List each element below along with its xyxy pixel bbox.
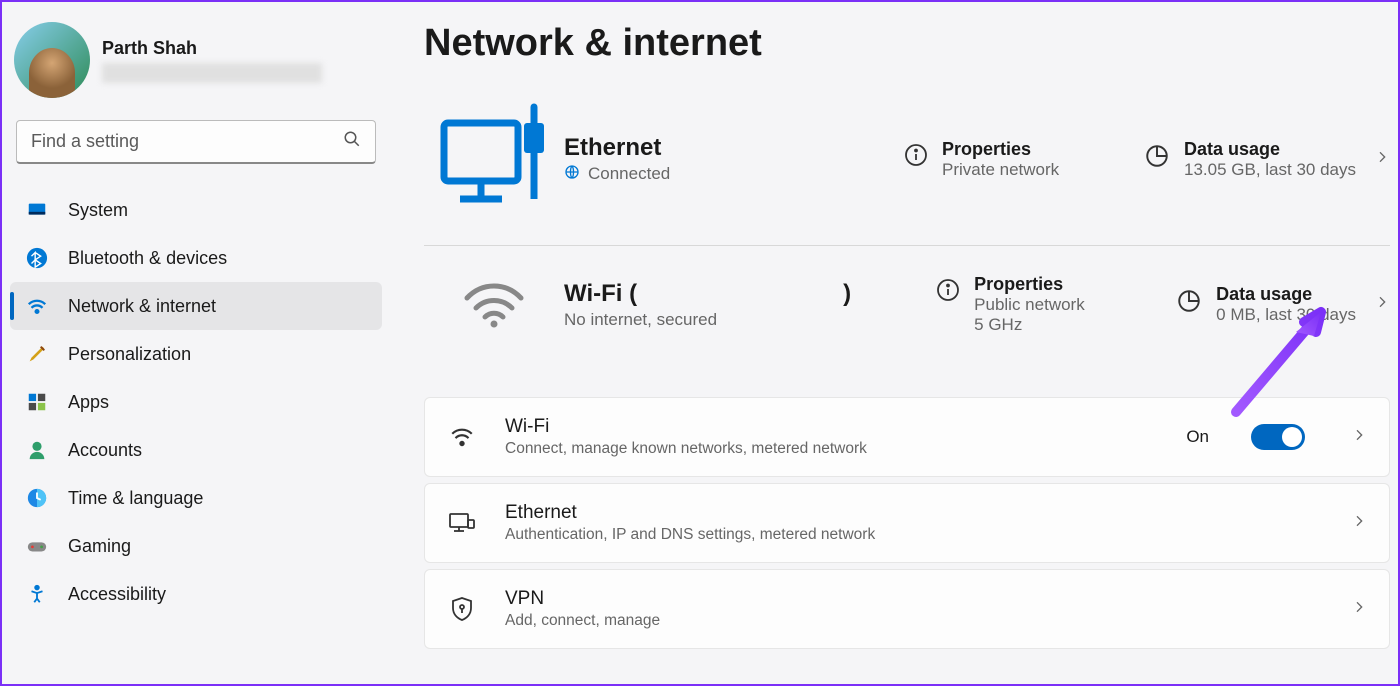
sidebar-item-bluetooth[interactable]: Bluetooth & devices (10, 234, 382, 282)
chevron-right-icon[interactable] (1351, 513, 1367, 534)
user-account[interactable]: Parth Shah (10, 14, 382, 116)
vpn-settings-card[interactable]: VPN Add, connect, manage (424, 569, 1390, 649)
avatar (14, 22, 90, 98)
card-title: Wi-Fi (505, 416, 1158, 438)
wifi-settings-card[interactable]: Wi-Fi Connect, manage known networks, me… (424, 397, 1390, 477)
sidebar-item-apps[interactable]: Apps (10, 378, 382, 426)
card-title: Ethernet (505, 502, 1305, 524)
ethernet-connection-row: Ethernet Connected Properties Private ne… (424, 83, 1390, 246)
ethernet-settings-card[interactable]: Ethernet Authentication, IP and DNS sett… (424, 483, 1390, 563)
sidebar-item-label: Accessibility (68, 584, 166, 605)
wifi-title: Wi-Fi ( ) (564, 280, 936, 308)
wifi-status: No internet, secured (564, 310, 936, 330)
sidebar-item-network[interactable]: Network & internet (10, 282, 382, 330)
card-sub: Add, connect, manage (505, 612, 1305, 630)
sidebar-item-personalization[interactable]: Personalization (10, 330, 382, 378)
sidebar-item-system[interactable]: System (10, 186, 382, 234)
ethernet-title: Ethernet (564, 134, 904, 162)
properties-sub2: 5 GHz (974, 315, 1085, 335)
time-icon (26, 487, 48, 509)
chevron-right-icon[interactable] (1374, 149, 1390, 170)
user-email-redacted (102, 63, 322, 83)
vpn-icon (447, 596, 477, 622)
ethernet-data-usage[interactable]: Data usage 13.05 GB, last 30 days (1144, 139, 1356, 180)
data-usage-icon (1176, 288, 1202, 319)
accounts-icon (26, 439, 48, 461)
wifi-toggle[interactable] (1251, 424, 1305, 450)
card-sub: Authentication, IP and DNS settings, met… (505, 526, 1305, 544)
wifi-icon (447, 424, 477, 450)
sidebar-item-accessibility[interactable]: Accessibility (10, 570, 382, 618)
sidebar-item-label: Apps (68, 392, 109, 413)
gaming-icon (26, 535, 48, 557)
properties-sub: Public network (974, 295, 1085, 315)
card-title: VPN (505, 588, 1305, 610)
sidebar-item-gaming[interactable]: Gaming (10, 522, 382, 570)
user-name: Parth Shah (102, 38, 322, 59)
chevron-right-icon[interactable] (1351, 427, 1367, 448)
sidebar-item-label: System (68, 200, 128, 221)
toggle-label: On (1186, 427, 1209, 447)
info-icon (936, 278, 960, 307)
main-content: Network & internet Ethernet Connected (390, 2, 1398, 684)
usage-title: Data usage (1216, 284, 1356, 305)
bluetooth-icon (26, 247, 48, 269)
sidebar-item-label: Gaming (68, 536, 131, 557)
data-usage-icon (1144, 143, 1170, 174)
ethernet-large-icon (424, 99, 564, 219)
accessibility-icon (26, 583, 48, 605)
sidebar-item-label: Network & internet (68, 296, 216, 317)
page-title: Network & internet (424, 22, 1390, 65)
usage-title: Data usage (1184, 139, 1356, 160)
ethernet-properties[interactable]: Properties Private network (904, 139, 1144, 180)
search-box[interactable] (16, 120, 376, 164)
properties-sub: Private network (942, 160, 1059, 180)
wifi-large-icon (424, 280, 564, 330)
paintbrush-icon (26, 343, 48, 365)
search-input[interactable] (31, 131, 343, 152)
sidebar-item-accounts[interactable]: Accounts (10, 426, 382, 474)
sidebar-item-label: Personalization (68, 344, 191, 365)
chevron-right-icon[interactable] (1351, 599, 1367, 620)
usage-sub: 13.05 GB, last 30 days (1184, 160, 1356, 180)
sidebar-item-time[interactable]: Time & language (10, 474, 382, 522)
ethernet-status: Connected (588, 164, 670, 184)
wifi-icon (26, 295, 48, 317)
search-icon (343, 130, 361, 153)
card-sub: Connect, manage known networks, metered … (505, 440, 1158, 458)
wifi-connection-row: Wi-Fi ( ) No internet, secured Propertie… (424, 246, 1390, 361)
sidebar: Parth Shah System Bluetooth & devices Ne… (2, 2, 390, 684)
apps-icon (26, 391, 48, 413)
usage-sub: 0 MB, last 30 days (1216, 305, 1356, 325)
chevron-right-icon[interactable] (1374, 294, 1390, 315)
globe-icon (564, 164, 580, 185)
ethernet-icon (447, 511, 477, 535)
wifi-properties[interactable]: Properties Public network 5 GHz (936, 274, 1176, 335)
sidebar-item-label: Bluetooth & devices (68, 248, 227, 269)
sidebar-item-label: Time & language (68, 488, 203, 509)
info-icon (904, 143, 928, 172)
system-icon (26, 199, 48, 221)
properties-title: Properties (942, 139, 1059, 160)
sidebar-item-label: Accounts (68, 440, 142, 461)
wifi-data-usage[interactable]: Data usage 0 MB, last 30 days (1176, 284, 1356, 325)
properties-title: Properties (974, 274, 1085, 295)
